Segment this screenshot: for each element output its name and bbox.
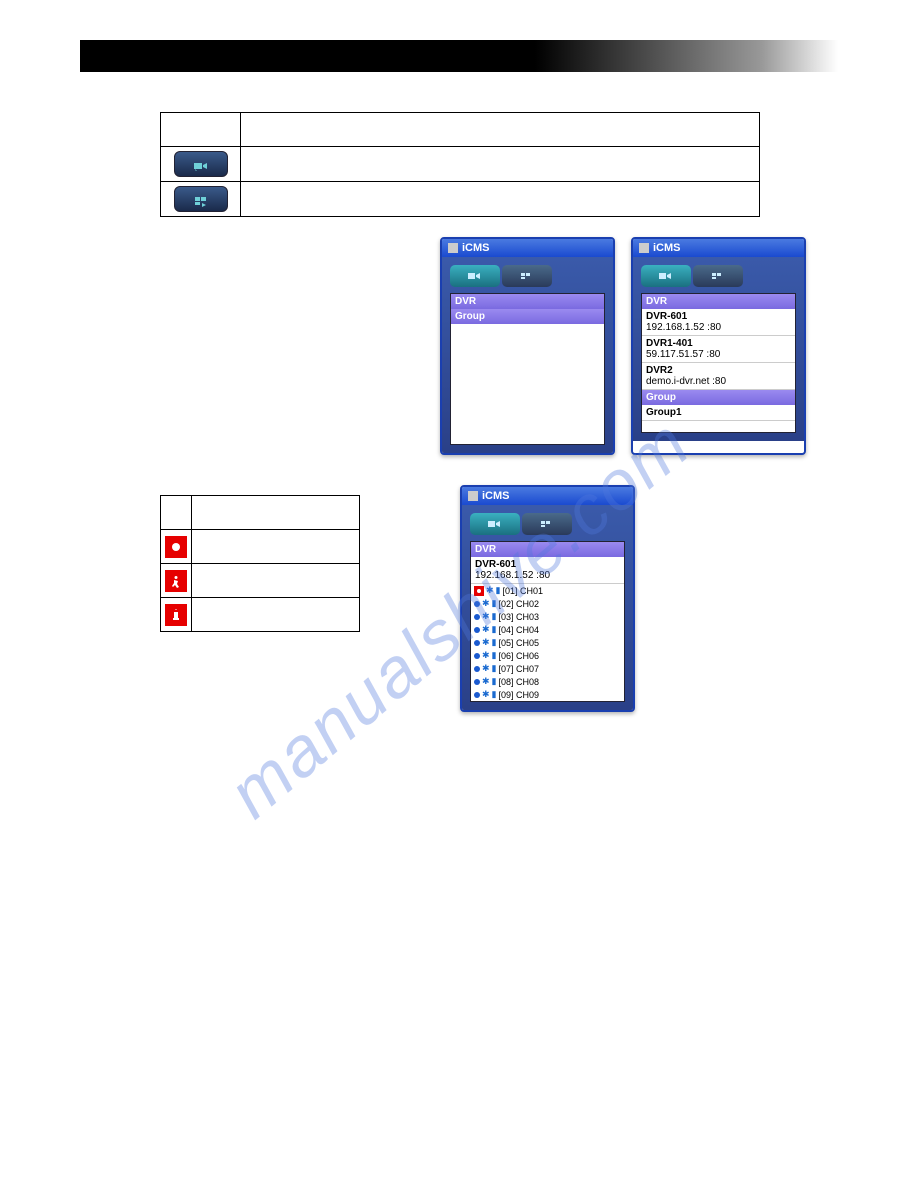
channel-row[interactable]: ✱▮[09] CH09 xyxy=(471,688,624,701)
status-dot-icon xyxy=(474,692,480,698)
channel-label: [01] CH01 xyxy=(503,586,544,596)
sensor-label xyxy=(192,598,360,632)
camera-tab-icon xyxy=(174,151,228,177)
layout-tab-button[interactable] xyxy=(693,265,743,287)
layout-tab-button[interactable] xyxy=(522,513,572,535)
status-dot-icon xyxy=(474,640,480,646)
header-bar xyxy=(80,40,838,72)
channel-label: [06] CH06 xyxy=(499,651,540,661)
layout-tab-desc xyxy=(241,182,760,217)
dvr-header[interactable]: DVR xyxy=(451,294,604,309)
channel-row[interactable]: ✱▮[08] CH08 xyxy=(471,675,624,688)
motion-label xyxy=(192,564,360,598)
channel-label: [07] CH07 xyxy=(499,664,540,674)
app-icon xyxy=(448,243,458,253)
sensor-icon: ▮ xyxy=(492,598,497,609)
record-icon xyxy=(165,536,187,558)
status-dot-icon xyxy=(474,627,480,633)
dvr-node[interactable]: DVR-601192.168.1.52 :80 xyxy=(642,309,795,336)
table-row xyxy=(161,147,760,182)
record-label xyxy=(192,530,360,564)
dvr-header[interactable]: DVR xyxy=(642,294,795,309)
group-node[interactable]: Group1 xyxy=(642,405,795,421)
sensor-icon: ▮ xyxy=(492,624,497,635)
channel-label: [05] CH05 xyxy=(499,638,540,648)
status-icon-table xyxy=(160,495,360,632)
channel-row[interactable]: ✱▮[01] CH01 xyxy=(471,584,624,597)
status-dot-icon xyxy=(474,614,480,620)
channel-label: [09] CH09 xyxy=(499,690,540,700)
sensor-icon: ▮ xyxy=(496,585,501,596)
sensor-icon: ▮ xyxy=(492,676,497,687)
dvr-node[interactable]: DVR2demo.i-dvr.net :80 xyxy=(642,363,795,390)
window-title: iCMS xyxy=(633,239,804,257)
table-row xyxy=(161,530,360,564)
table-header-desc xyxy=(241,113,760,147)
motion-icon: ✱ xyxy=(486,585,494,596)
motion-icon: ✱ xyxy=(482,676,490,687)
channel-row[interactable]: ✱▮[02] CH02 xyxy=(471,597,624,610)
camera-tab-desc xyxy=(241,147,760,182)
icms-panel-collapsed: iCMS DVR Group xyxy=(440,237,615,455)
table-row xyxy=(161,182,760,217)
layout-tab-button[interactable] xyxy=(502,265,552,287)
sensor-icon: ▮ xyxy=(492,637,497,648)
channel-label: [04] CH04 xyxy=(499,625,540,635)
channel-label: [08] CH08 xyxy=(499,677,540,687)
status-dot-icon xyxy=(474,679,480,685)
dvr-node[interactable]: DVR1-40159.117.51.57 :80 xyxy=(642,336,795,363)
app-icon xyxy=(468,491,478,501)
table-row xyxy=(161,564,360,598)
layout-tab-icon xyxy=(174,186,228,212)
dvr-header[interactable]: DVR xyxy=(471,542,624,557)
window-title: iCMS xyxy=(462,487,633,505)
status-dot-icon xyxy=(474,653,480,659)
motion-icon: ✱ xyxy=(482,663,490,674)
window-title: iCMS xyxy=(442,239,613,257)
icms-panel-expanded: iCMS DVR DVR-601192.168.1.52 :80DVR1-401… xyxy=(631,237,806,455)
motion-icon: ✱ xyxy=(482,689,490,700)
channel-row[interactable]: ✱▮[03] CH03 xyxy=(471,610,624,623)
status-dot-icon xyxy=(474,666,480,672)
dvr-node[interactable]: DVR-601 192.168.1.52 :80 xyxy=(471,557,624,584)
motion-icon: ✱ xyxy=(482,611,490,622)
table-header-icon xyxy=(161,113,241,147)
channel-label: [02] CH02 xyxy=(499,599,540,609)
sensor-icon: ▮ xyxy=(492,689,497,700)
channel-row[interactable]: ✱▮[06] CH06 xyxy=(471,649,624,662)
status-dot-icon xyxy=(474,601,480,607)
table-row xyxy=(161,598,360,632)
channel-label: [03] CH03 xyxy=(499,612,540,622)
camera-tab-button[interactable] xyxy=(641,265,691,287)
camera-tab-button[interactable] xyxy=(470,513,520,535)
motion-icon: ✱ xyxy=(482,650,490,661)
channel-row[interactable]: ✱▮[04] CH04 xyxy=(471,623,624,636)
motion-icon: ✱ xyxy=(482,598,490,609)
motion-icon: ✱ xyxy=(482,624,490,635)
icms-panel-channels: iCMS DVR DVR-601 192.168.1.52 :80 ✱▮[01]… xyxy=(460,485,635,712)
sensor-icon: ▮ xyxy=(492,611,497,622)
channel-tree[interactable]: DVR DVR-601 192.168.1.52 :80 ✱▮[01] CH01… xyxy=(470,541,625,702)
channel-row[interactable]: ✱▮[07] CH07 xyxy=(471,662,624,675)
sensor-icon xyxy=(165,604,187,626)
sensor-icon: ▮ xyxy=(492,663,497,674)
group-header[interactable]: Group xyxy=(642,390,795,405)
channel-row[interactable]: ✱▮[05] CH05 xyxy=(471,636,624,649)
tree-list[interactable]: DVR DVR-601192.168.1.52 :80DVR1-40159.11… xyxy=(641,293,796,433)
app-icon xyxy=(639,243,649,253)
tree-list[interactable]: DVR Group xyxy=(450,293,605,445)
icon-description-table xyxy=(160,112,760,217)
group-header[interactable]: Group xyxy=(451,309,604,324)
motion-icon xyxy=(165,570,187,592)
camera-tab-button[interactable] xyxy=(450,265,500,287)
motion-icon: ✱ xyxy=(482,637,490,648)
sensor-icon: ▮ xyxy=(492,650,497,661)
record-icon xyxy=(474,586,484,596)
